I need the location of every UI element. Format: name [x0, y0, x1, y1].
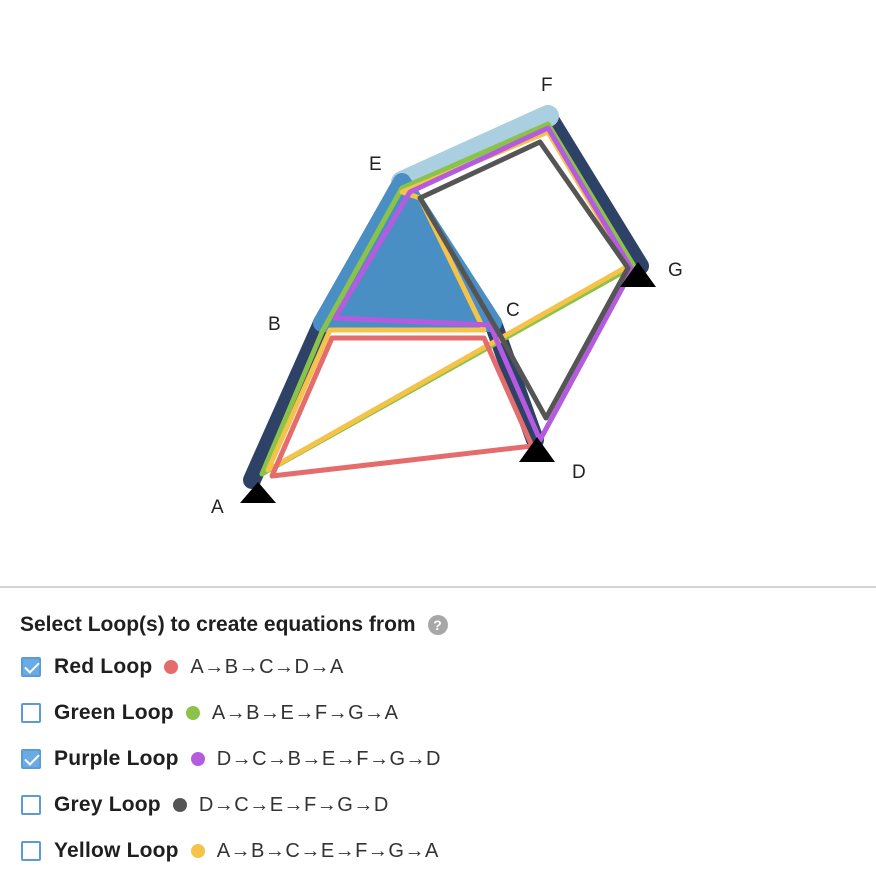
loop-selection-panel: Select Loop(s) to create equations from … [20, 606, 856, 874]
node-label-E: E [369, 154, 382, 175]
checkbox-red-loop[interactable] [21, 657, 41, 677]
loop-path-yellow: A→B→C→E→F→G→A [216, 839, 439, 862]
loop-option-purple[interactable]: Purple Loop D→C→B→E→F→G→D [20, 736, 856, 782]
node-label-F: F [541, 75, 553, 96]
loop-name-green: Green Loop [54, 701, 174, 724]
node-label-B: B [268, 314, 281, 335]
color-dot-yellow [190, 844, 205, 858]
divider [0, 586, 876, 588]
color-dot-green [185, 706, 200, 720]
color-dot-purple [190, 752, 205, 766]
loop-option-yellow[interactable]: Yellow Loop A→B→C→E→F→G→A [20, 828, 856, 874]
loop-option-green[interactable]: Green Loop A→B→E→F→G→A [20, 690, 856, 736]
checkbox-purple-loop[interactable] [21, 749, 41, 769]
panel-title-row: Select Loop(s) to create equations from … [20, 606, 856, 644]
node-label-A: A [211, 497, 224, 518]
loop-path-grey: D→C→E→F→G→D [198, 793, 389, 816]
checkbox-yellow-loop[interactable] [21, 841, 41, 861]
loop-name-purple: Purple Loop [54, 747, 179, 770]
color-dot-grey [172, 798, 187, 812]
loop-path-purple: D→C→B→E→F→G→D [216, 747, 441, 770]
loop-name-grey: Grey Loop [54, 793, 161, 816]
member-F-G [539, 107, 649, 275]
node-label-C: C [506, 300, 520, 321]
loop-path-green: A→B→E→F→G→A [211, 701, 399, 724]
help-icon[interactable]: ? [427, 615, 448, 635]
loop-option-grey[interactable]: Grey Loop D→C→E→F→G→D [20, 782, 856, 828]
loop-path-red: A→B→C→D→A [190, 655, 344, 678]
node-label-G: G [668, 260, 683, 281]
color-dot-red [164, 660, 179, 674]
node-label-D: D [572, 462, 586, 483]
loop-name-red: Red Loop [54, 655, 153, 678]
support-D-icon [519, 437, 555, 462]
loop-option-red[interactable]: Red Loop A→B→C→D→A [20, 644, 856, 690]
truss-diagram: A B C D E F G [211, 75, 683, 518]
checkbox-green-loop[interactable] [21, 703, 41, 723]
panel-title: Select Loop(s) to create equations from [20, 613, 416, 636]
checkbox-grey-loop[interactable] [21, 795, 41, 815]
loop-name-yellow: Yellow Loop [54, 839, 179, 862]
triangle-B-E-C [313, 173, 502, 332]
